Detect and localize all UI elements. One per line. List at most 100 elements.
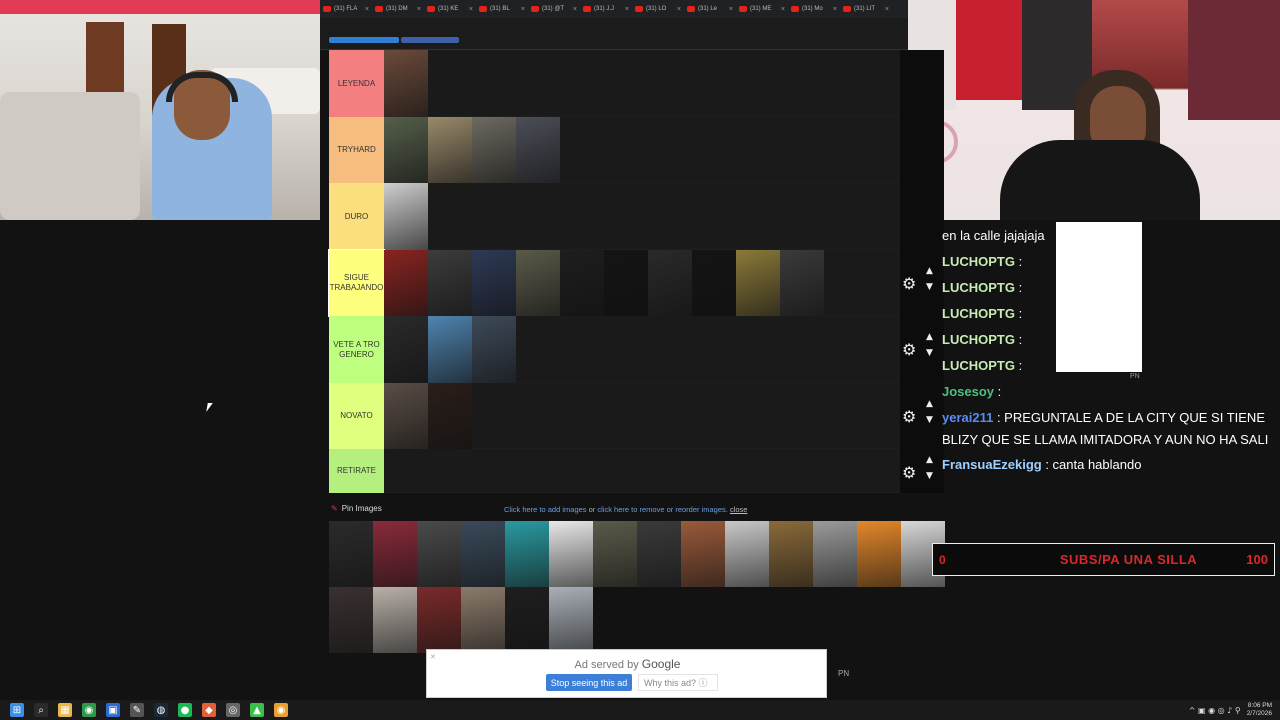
tier-thumbnail[interactable] [384, 117, 428, 183]
tier-label[interactable]: RETIRATE [329, 449, 384, 493]
tier-thumbnail[interactable] [384, 183, 428, 250]
tab-close-icon[interactable]: × [781, 6, 785, 13]
pool-thumbnail[interactable] [373, 521, 417, 587]
pool-thumbnail[interactable] [461, 587, 505, 653]
start-icon[interactable]: ⊞ [10, 703, 24, 717]
add-images-link[interactable]: Click here to add images [504, 505, 587, 514]
tier-label[interactable]: SIGUE TRABAJANDO [328, 249, 385, 317]
toolbar-button-primary[interactable] [329, 37, 399, 43]
tier-thumbnail[interactable] [428, 383, 472, 449]
pool-thumbnail[interactable] [593, 521, 637, 587]
tab-close-icon[interactable]: × [729, 6, 733, 13]
tier-thumbnail[interactable] [516, 250, 560, 316]
tier-thumbnail[interactable] [560, 250, 604, 316]
pool-thumbnail[interactable] [637, 521, 681, 587]
tray-icons[interactable]: ^ ▣ ◉ ◎ ♪ ⚲ [1189, 706, 1241, 715]
tier-thumbnail[interactable] [604, 250, 648, 316]
chevron-down-icon[interactable]: ▼ [926, 415, 933, 425]
file-explorer-icon[interactable]: ▦ [58, 703, 72, 717]
pool-thumbnail[interactable] [725, 521, 769, 587]
browser-tab[interactable]: (31) BL × [476, 0, 528, 18]
pool-thumbnail[interactable] [549, 587, 593, 653]
browser-tab[interactable]: (31) ME × [736, 0, 788, 18]
gear-icon[interactable]: ⚙ [902, 274, 916, 293]
tier-thumbnail[interactable] [428, 316, 472, 383]
browser-tab[interactable]: (31) J.J × [580, 0, 632, 18]
pool-thumbnail[interactable] [769, 521, 813, 587]
tab-close-icon[interactable]: × [469, 6, 473, 13]
tier-thumbnail[interactable] [692, 250, 736, 316]
browser-tab[interactable]: (31) LO × [632, 0, 684, 18]
close-link[interactable]: close [730, 505, 748, 514]
pool-thumbnail[interactable] [373, 587, 417, 653]
tab-close-icon[interactable]: × [833, 6, 837, 13]
tab-close-icon[interactable]: × [885, 6, 889, 13]
pool-thumbnail[interactable] [813, 521, 857, 587]
chevron-down-icon[interactable]: ▼ [926, 471, 933, 481]
remove-reorder-link[interactable]: click here to remove or reorder images. [597, 505, 727, 514]
chevron-down-icon[interactable]: ▼ [926, 348, 933, 358]
tier-label[interactable]: NOVATO [329, 383, 384, 449]
browser-tab[interactable]: (31) Le × [684, 0, 736, 18]
chevron-down-icon[interactable]: ▼ [926, 282, 933, 292]
tier-thumbnail[interactable] [428, 117, 472, 183]
brave-icon[interactable]: ◆ [202, 703, 216, 717]
browser-tab[interactable]: (31) KE × [424, 0, 476, 18]
tier-thumbnail[interactable] [780, 250, 824, 316]
chevron-up-icon[interactable]: ▲ [926, 399, 933, 409]
pool-thumbnail[interactable] [461, 521, 505, 587]
tab-close-icon[interactable]: × [365, 6, 369, 13]
toolbar-button-secondary[interactable] [401, 37, 459, 43]
tab-close-icon[interactable]: × [677, 6, 681, 13]
tier-thumbnail[interactable] [648, 250, 692, 316]
pool-thumbnail[interactable] [329, 587, 373, 653]
pen-icon[interactable]: ✎ [130, 703, 144, 717]
tier-label[interactable]: LEYENDA [329, 50, 384, 117]
pool-thumbnail[interactable] [505, 521, 549, 587]
browser-tab[interactable]: (31) Mo × [788, 0, 840, 18]
browser-tab[interactable]: (31) LIT × [840, 0, 892, 18]
tier-thumbnail[interactable] [472, 316, 516, 383]
tier-thumbnail[interactable] [516, 117, 560, 183]
game-icon[interactable]: ▲ [250, 703, 264, 717]
gear-icon[interactable]: ⚙ [902, 463, 916, 482]
tab-close-icon[interactable]: × [521, 6, 525, 13]
pool-thumbnail[interactable] [417, 587, 461, 653]
chevron-up-icon[interactable]: ▲ [926, 455, 933, 465]
clock[interactable]: 8:06 PM 2/7/2026 [1247, 702, 1272, 718]
tier-thumbnail[interactable] [384, 383, 428, 449]
pin-images-label[interactable]: ✎ Pin Images [331, 504, 382, 513]
stop-seeing-ad-button[interactable]: Stop seeing this ad [546, 674, 632, 691]
tab-close-icon[interactable]: × [417, 6, 421, 13]
search-icon[interactable]: ⌕ [34, 703, 48, 717]
browser-tab[interactable]: (31) DM × [372, 0, 424, 18]
why-this-ad-button[interactable]: Why this ad? ⓘ [638, 674, 718, 691]
tier-thumbnail[interactable] [472, 117, 516, 183]
chevron-up-icon[interactable]: ▲ [926, 332, 933, 342]
tier-label[interactable]: DURO [329, 183, 384, 250]
tab-close-icon[interactable]: × [573, 6, 577, 13]
pool-thumbnail[interactable] [329, 521, 373, 587]
tier-thumbnail[interactable] [384, 316, 428, 383]
pool-thumbnail[interactable] [505, 587, 549, 653]
pool-thumbnail[interactable] [857, 521, 901, 587]
gear-icon[interactable]: ⚙ [902, 340, 916, 359]
tier-label[interactable]: TRYHARD [329, 117, 384, 183]
steam-icon[interactable]: ◍ [154, 703, 168, 717]
tier-thumbnail[interactable] [736, 250, 780, 316]
browser-tab[interactable]: (31) FLA × [320, 0, 372, 18]
spotify-icon[interactable]: ● [178, 703, 192, 717]
tier-label[interactable]: VETE A TRO GENERO [329, 316, 384, 383]
browser-tab[interactable]: (31) @T × [528, 0, 580, 18]
chrome-canary-icon[interactable]: ◉ [274, 703, 288, 717]
tab-close-icon[interactable]: × [625, 6, 629, 13]
chevron-up-icon[interactable]: ▲ [926, 266, 933, 276]
tier-thumbnail[interactable] [472, 250, 516, 316]
gear-icon[interactable]: ⚙ [902, 407, 916, 426]
pool-thumbnail[interactable] [549, 521, 593, 587]
obs-icon[interactable]: ◎ [226, 703, 240, 717]
pool-thumbnail[interactable] [417, 521, 461, 587]
tier-thumbnail[interactable] [428, 250, 472, 316]
pool-thumbnail[interactable] [681, 521, 725, 587]
tier-thumbnail[interactable] [384, 50, 428, 117]
